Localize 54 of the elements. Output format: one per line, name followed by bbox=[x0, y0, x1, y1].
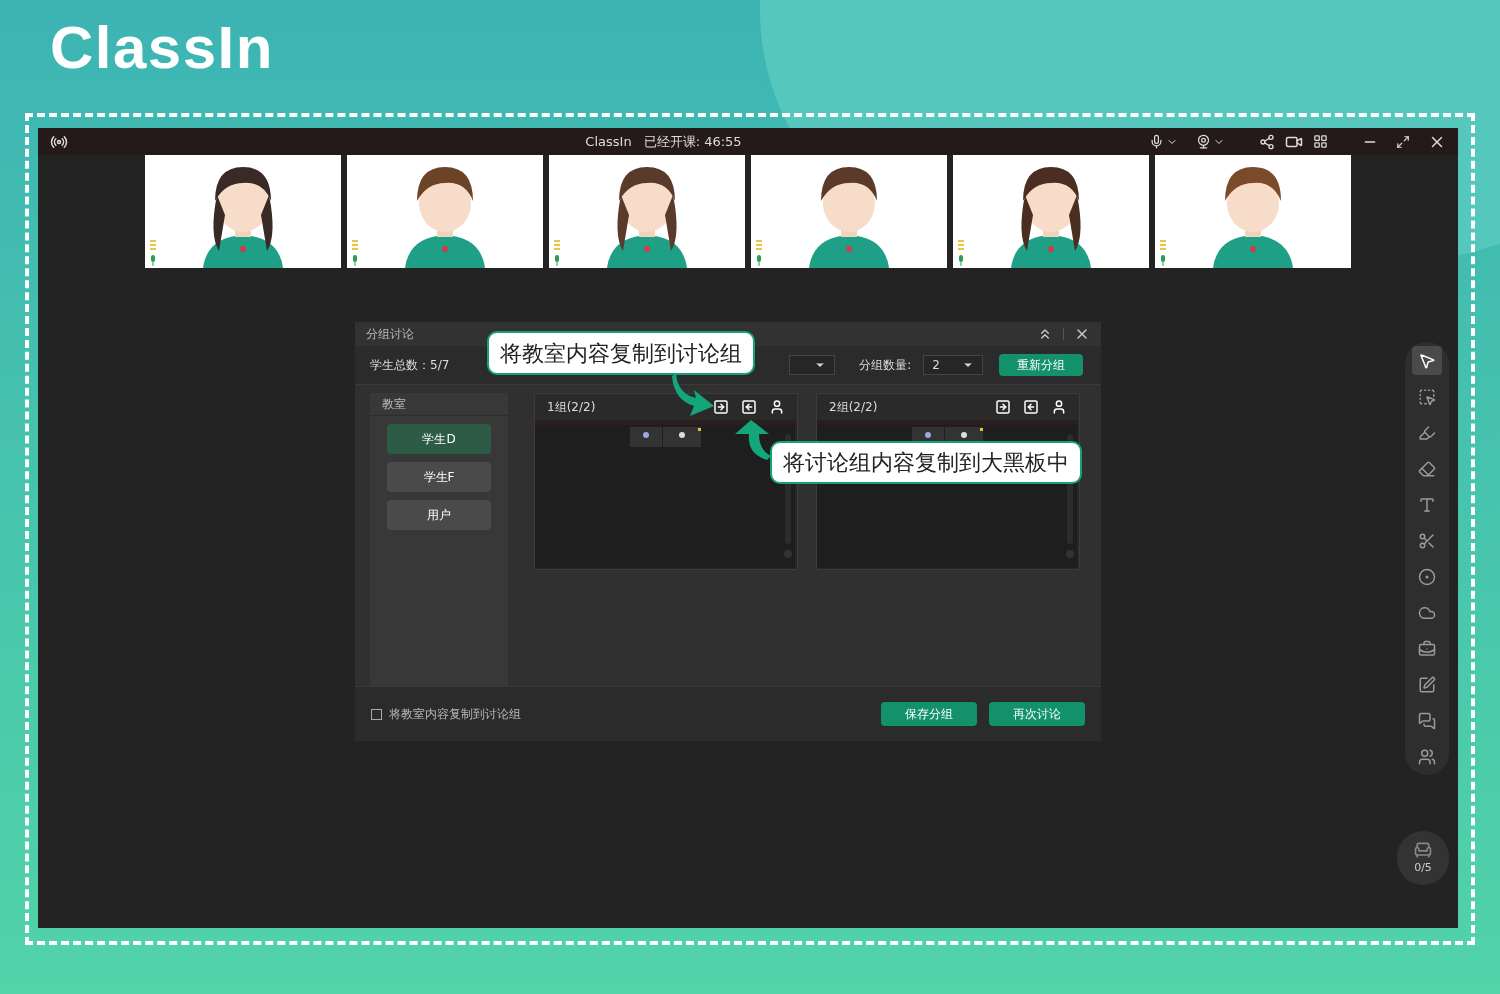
edit-icon bbox=[1418, 675, 1436, 694]
marker-icon bbox=[1418, 423, 1436, 442]
group-title: 1组(2/2) bbox=[547, 399, 597, 416]
dialog-button[interactable]: 保存分组 bbox=[881, 702, 977, 726]
volume-icon bbox=[1159, 240, 1167, 266]
arrow-icon bbox=[733, 420, 773, 460]
square-arrow-left-icon[interactable] bbox=[741, 399, 757, 415]
grid-icon[interactable] bbox=[1313, 134, 1328, 149]
circle-icon bbox=[1418, 567, 1436, 586]
selection-icon bbox=[1418, 387, 1436, 406]
student-button[interactable]: 学生F bbox=[387, 462, 491, 492]
volume-icon bbox=[553, 240, 561, 266]
dialog-title: 分组讨论 bbox=[366, 326, 415, 343]
volume-icon bbox=[149, 240, 157, 266]
scissors-icon bbox=[1418, 531, 1436, 550]
seat-button[interactable]: 0/5 bbox=[1397, 831, 1449, 885]
group-title: 2组(2/2) bbox=[829, 399, 879, 416]
checkbox-label: 将教室内容复制到讨论组 bbox=[389, 706, 521, 723]
eraser-icon bbox=[1418, 459, 1436, 478]
app-title: ClassIn bbox=[585, 132, 632, 151]
group-count-label: 分组数量: bbox=[859, 357, 912, 374]
arrow-icon bbox=[672, 374, 716, 416]
student-button[interactable]: 学生D bbox=[387, 424, 491, 454]
volume-icon bbox=[957, 240, 965, 266]
callout: 将教室内容复制到讨论组 bbox=[487, 331, 755, 375]
student-total: 5/7 bbox=[430, 357, 450, 374]
classroom-title: 教室 bbox=[370, 393, 508, 416]
dropdown[interactable] bbox=[789, 355, 836, 375]
toolbox-icon bbox=[1418, 639, 1436, 658]
maximize-icon[interactable] bbox=[1396, 134, 1410, 149]
square-arrow-right-icon[interactable] bbox=[995, 399, 1011, 415]
student-button[interactable]: 用户 bbox=[387, 500, 491, 530]
volume-icon bbox=[755, 240, 763, 266]
share-icon[interactable] bbox=[1259, 133, 1275, 150]
class-timer: 已经开课: 46:55 bbox=[643, 132, 742, 151]
microphone-icon[interactable] bbox=[1149, 134, 1164, 149]
brand-logo: ClassIn bbox=[50, 14, 274, 81]
callout: 将讨论组内容复制到大黑板中 bbox=[770, 441, 1082, 484]
regroup-button[interactable]: 重新分组 bbox=[999, 354, 1084, 376]
square-arrow-right-icon[interactable] bbox=[713, 399, 729, 415]
user-icon[interactable] bbox=[769, 399, 785, 415]
text-icon bbox=[1418, 495, 1436, 514]
volume-icon bbox=[351, 240, 359, 266]
webcam-icon[interactable] bbox=[1196, 134, 1211, 149]
pointer-icon bbox=[1418, 351, 1436, 370]
dialog-button[interactable]: 再次讨论 bbox=[989, 702, 1085, 726]
users-icon bbox=[1418, 747, 1436, 766]
group-count-dropdown[interactable]: 2 bbox=[923, 355, 984, 375]
student-total-label: 学生总数： bbox=[370, 357, 430, 374]
user-icon[interactable] bbox=[1051, 399, 1067, 415]
checkbox[interactable] bbox=[371, 708, 382, 720]
square-arrow-left-icon[interactable] bbox=[1023, 399, 1039, 415]
chat-icon bbox=[1418, 711, 1436, 730]
tool-button[interactable] bbox=[1412, 346, 1442, 375]
